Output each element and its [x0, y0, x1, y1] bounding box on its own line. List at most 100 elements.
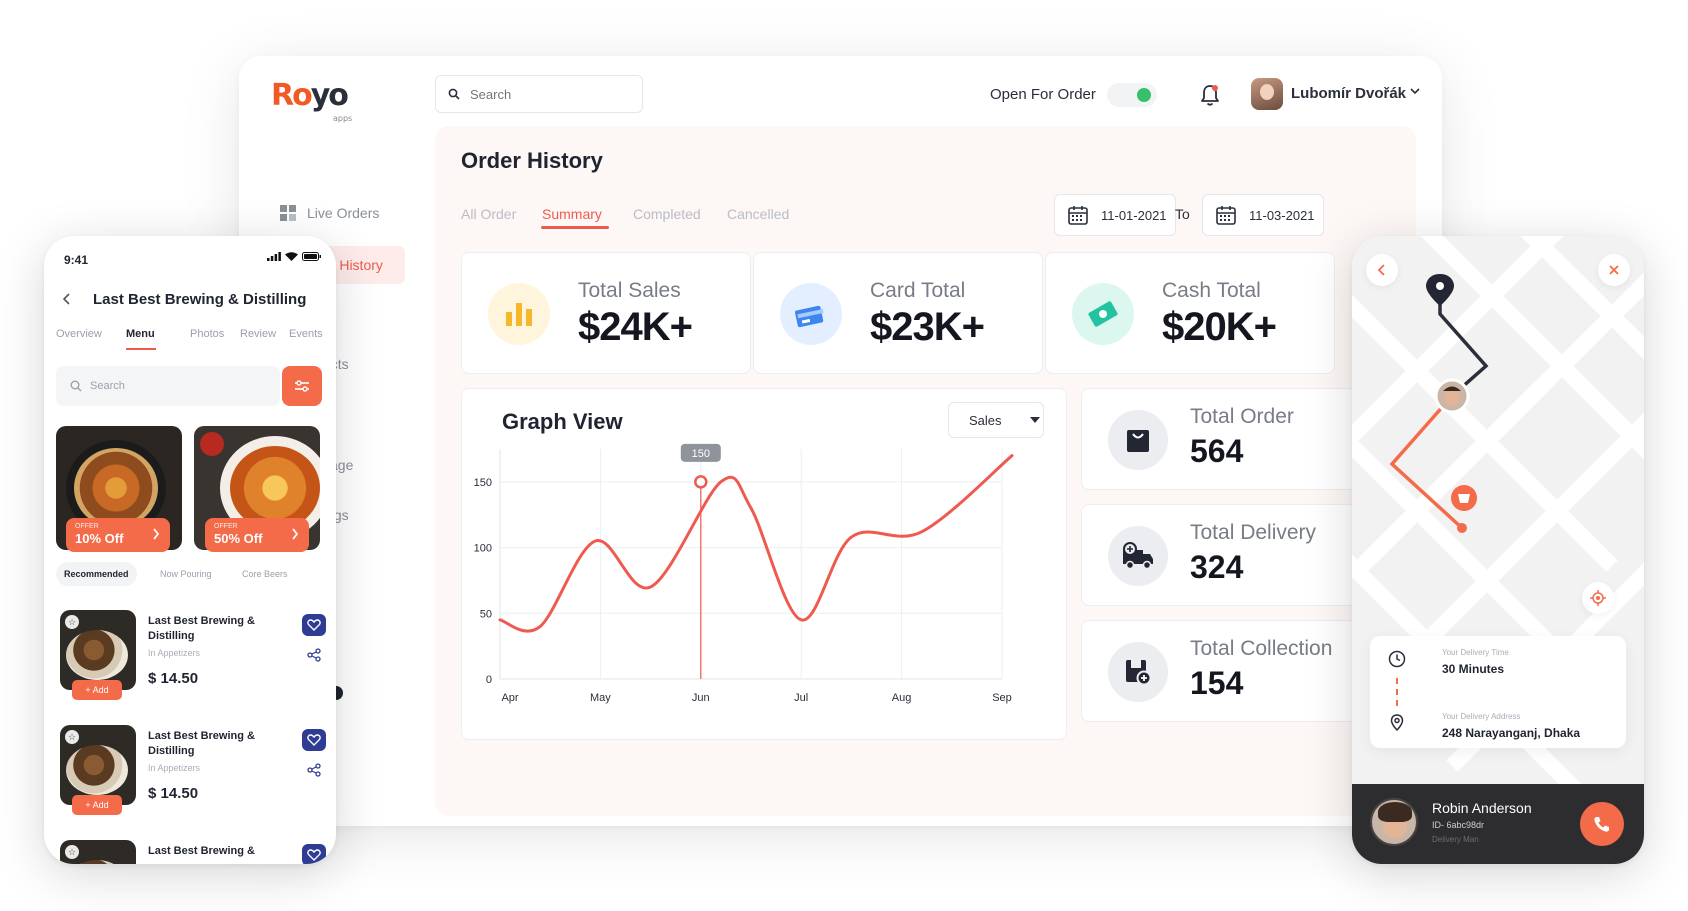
chevron-right-icon	[292, 528, 299, 540]
tooltip-label: 150	[692, 448, 710, 460]
x-tick-label: Aug	[892, 692, 912, 704]
offer-tag-10[interactable]: OFFER 10% Off	[66, 518, 170, 552]
open-for-order-toggle[interactable]	[1107, 83, 1157, 107]
map-close-button[interactable]	[1598, 254, 1630, 286]
wifi-icon	[285, 252, 298, 261]
filter-icon	[295, 380, 309, 392]
share-icon[interactable]	[307, 763, 321, 782]
stat-card-total-sales: Total Sales $24K+	[461, 252, 751, 374]
add-button[interactable]: + Add	[72, 795, 122, 815]
star-icon: ☆	[65, 615, 79, 629]
user-avatar[interactable]	[1251, 78, 1283, 110]
stat-card-card-total: Card Total $23K+	[753, 252, 1043, 374]
driver-avatar	[1370, 798, 1418, 846]
sidebar-item-live-orders[interactable]: Live Orders	[279, 204, 379, 222]
map-back-button[interactable]	[1366, 254, 1398, 286]
user-name[interactable]: Lubomír Dvořák	[1291, 85, 1406, 102]
route-dash	[1396, 678, 1398, 706]
graph-title: Graph View	[502, 409, 623, 434]
bell-icon[interactable]	[1199, 83, 1221, 112]
y-tick-label: 100	[474, 543, 492, 555]
favorite-heart-icon[interactable]	[302, 729, 326, 751]
search-icon	[70, 380, 82, 392]
venue-title: Last Best Brewing & Distilling	[93, 291, 307, 308]
calendar-icon	[1068, 206, 1088, 225]
call-driver-button[interactable]	[1580, 802, 1624, 846]
top-search[interactable]	[435, 75, 643, 113]
tab-completed[interactable]: Completed	[633, 206, 701, 222]
location-pin-icon	[1390, 714, 1404, 732]
tab-overview[interactable]: Overview	[56, 328, 102, 340]
shopping-bag-icon	[1108, 410, 1168, 470]
add-button[interactable]: + Add	[72, 680, 122, 700]
filter-button[interactable]	[282, 366, 322, 406]
x-tick-label: Apr	[501, 692, 518, 704]
tab-summary[interactable]: Summary	[542, 206, 602, 222]
offer-tag-50[interactable]: OFFER 50% Off	[205, 518, 309, 552]
highlight-point	[694, 475, 708, 489]
status-icons	[267, 252, 322, 261]
cash-icon	[1072, 283, 1134, 345]
y-tick-label: 150	[474, 477, 492, 489]
stat-card-cash-total: Cash Total $20K+	[1045, 252, 1335, 374]
chip-recommended[interactable]: Recommended	[56, 562, 137, 586]
driver-id: ID- 6abc98dr	[1432, 820, 1485, 830]
y-tick-label: 50	[480, 608, 492, 620]
y-tick-label: 0	[486, 674, 492, 686]
graph-metric-select[interactable]: Sales	[948, 402, 1044, 438]
tab-review[interactable]: Review	[240, 328, 276, 340]
sales-line-chart[interactable]: 0 50 100 150 Apr May Jun Jul Aug Sep 150	[462, 389, 1068, 741]
x-tick-label: Jul	[794, 692, 808, 704]
credit-card-icon	[780, 283, 842, 345]
signal-icon	[267, 252, 281, 261]
tab-menu[interactable]: Menu	[126, 328, 155, 340]
x-tick-label: Jun	[692, 692, 710, 704]
chip-core-beers[interactable]: Core Beers	[242, 569, 288, 579]
dish-thumbnail: ☆	[60, 840, 136, 864]
close-icon	[1609, 265, 1619, 275]
driver-bar: Robin Anderson ID- 6abc98dr Delivery Man	[1352, 784, 1644, 864]
crosshair-icon	[1590, 590, 1606, 606]
tab-events[interactable]: Events	[289, 328, 323, 340]
tab-all-order[interactable]: All Order	[461, 206, 516, 222]
search-icon	[448, 88, 460, 100]
favorite-heart-icon[interactable]	[302, 614, 326, 636]
grid-icon	[280, 205, 296, 221]
calendar-icon	[1216, 206, 1236, 225]
chevron-left-icon	[1377, 264, 1385, 276]
collection-box-icon	[1108, 642, 1168, 702]
back-chevron-icon[interactable]	[62, 292, 72, 311]
chip-now-pouring[interactable]: Now Pouring	[160, 569, 212, 579]
date-to-picker[interactable]: 11-03-2021	[1202, 194, 1324, 236]
menu-item[interactable]: ☆ + Add Last Best Brewing & Distilling I…	[56, 604, 326, 702]
star-icon: ☆	[65, 845, 79, 859]
date-range-to-label: To	[1175, 206, 1190, 222]
restaurant-menu-phone: 9:41 Last Best Brewing & Distilling Over…	[44, 236, 336, 864]
graph-view-card: 0 50 100 150 Apr May Jun Jul Aug Sep 150 Graph Vie…	[461, 388, 1067, 740]
favorite-heart-icon[interactable]	[302, 844, 326, 864]
open-for-order-label: Open For Order	[990, 86, 1096, 103]
menu-search[interactable]: Search	[56, 366, 280, 406]
bar-chart-icon	[488, 283, 550, 345]
chevron-down-icon[interactable]	[1409, 84, 1421, 102]
menu-item[interactable]: ☆ + Add Last Best Brewing & Distilling I…	[56, 719, 326, 817]
active-tab-indicator	[126, 348, 156, 350]
delivery-info-card: Your Delivery Time 30 Minutes Your Deliv…	[1370, 636, 1626, 748]
recenter-location-button[interactable]	[1582, 582, 1614, 614]
x-tick-label: May	[590, 692, 611, 704]
share-icon[interactable]	[307, 648, 321, 667]
x-tick-label: Sep	[992, 692, 1012, 704]
tab-photos[interactable]: Photos	[190, 328, 224, 340]
search-input[interactable]	[470, 86, 620, 102]
phone-icon	[1594, 817, 1609, 832]
chevron-right-icon	[153, 528, 160, 540]
date-from-picker[interactable]: 11-01-2021	[1054, 194, 1176, 236]
delivery-truck-icon	[1108, 526, 1168, 586]
status-time: 9:41	[64, 253, 89, 267]
battery-icon	[302, 252, 321, 261]
menu-item[interactable]: ☆ Last Best Brewing &	[56, 834, 326, 864]
star-icon: ☆	[65, 730, 79, 744]
royo-logo[interactable]: Royo apps	[271, 78, 352, 123]
page-title: Order History	[461, 148, 603, 173]
tab-cancelled[interactable]: Cancelled	[727, 206, 789, 222]
